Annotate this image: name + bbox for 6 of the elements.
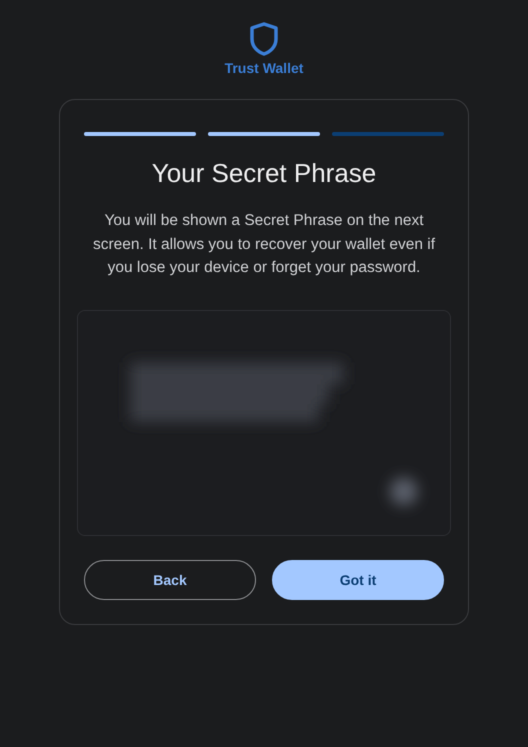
shield-logo-icon [248, 22, 279, 56]
brand-name: Trust Wallet [224, 60, 304, 76]
page-title: Your Secret Phrase [152, 158, 376, 189]
confirm-button[interactable]: Got it [272, 560, 444, 600]
description: You will be shown a Secret Phrase on the next screen. It allows you to recover your wallet even if you lose your device or forget your password. [92, 211, 436, 278]
back-button[interactable]: Back [84, 560, 256, 600]
